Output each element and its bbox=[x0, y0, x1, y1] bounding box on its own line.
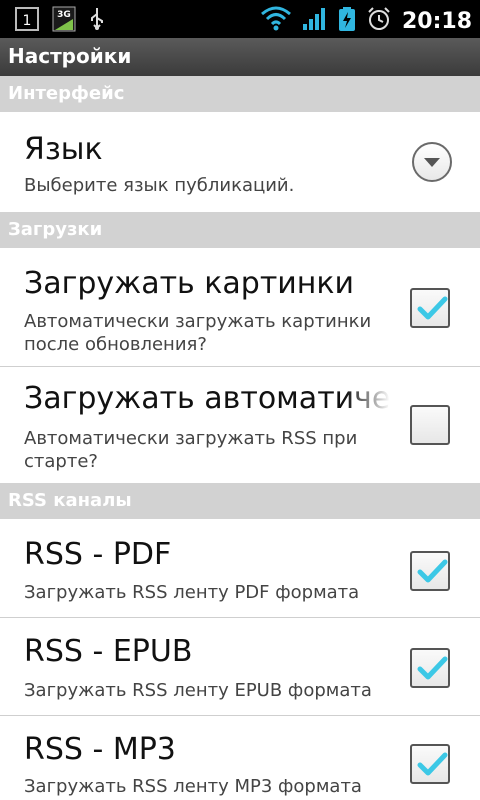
battery-charging-icon bbox=[338, 6, 356, 36]
pref-title: Загружать картинки bbox=[24, 266, 355, 301]
pref-title: RSS - EPUB bbox=[24, 634, 193, 669]
pref-subtitle: Выберите язык публикаций. bbox=[24, 175, 295, 196]
rss-pdf-checkbox[interactable] bbox=[410, 551, 450, 591]
notification-icon: 1 bbox=[14, 6, 40, 36]
pref-subtitle: Загружать RSS ленту MP3 формата bbox=[24, 776, 362, 797]
usb-icon bbox=[88, 6, 106, 36]
check-icon bbox=[417, 296, 448, 320]
pref-language[interactable]: Язык Выберите язык публикаций. bbox=[0, 112, 480, 212]
rss-epub-checkbox[interactable] bbox=[410, 648, 450, 688]
pref-rss-epub[interactable]: RSS - EPUB Загружать RSS ленту EPUB форм… bbox=[0, 618, 480, 715]
auto-load-checkbox[interactable] bbox=[410, 405, 450, 445]
wifi-icon bbox=[260, 6, 292, 36]
pref-subtitle: Загружать RSS ленту EPUB формата bbox=[24, 680, 372, 701]
pref-title: RSS - PDF bbox=[24, 537, 172, 572]
pref-rss-mp3[interactable]: RSS - MP3 Загружать RSS ленту MP3 формат… bbox=[0, 716, 480, 800]
pref-rss-pdf[interactable]: RSS - PDF Загружать RSS ленту PDF формат… bbox=[0, 519, 480, 617]
rss-mp3-checkbox[interactable] bbox=[410, 744, 450, 784]
pref-title: Загружать автоматически bbox=[24, 381, 390, 416]
pref-auto-load[interactable]: Загружать автоматически Автоматически за… bbox=[0, 367, 480, 483]
section-header-downloads: Загрузки bbox=[0, 212, 480, 248]
check-icon bbox=[417, 752, 448, 776]
status-time: 20:18 bbox=[401, 8, 472, 34]
section-label: Загрузки bbox=[8, 219, 103, 240]
3g-icon: 3G bbox=[52, 6, 76, 36]
pref-title: RSS - MP3 bbox=[24, 732, 176, 767]
load-images-checkbox[interactable] bbox=[410, 288, 450, 328]
dropdown-button[interactable] bbox=[412, 142, 452, 182]
pref-load-images[interactable]: Загружать картинки Автоматически загружа… bbox=[0, 248, 480, 366]
section-header-interface: Интерфейс bbox=[0, 76, 480, 112]
pref-subtitle: Автоматически загружать картинки после о… bbox=[24, 311, 372, 355]
section-label: Интерфейс bbox=[8, 83, 125, 104]
chevron-down-icon bbox=[424, 158, 440, 167]
svg-text:1: 1 bbox=[23, 13, 32, 29]
check-icon bbox=[417, 559, 448, 583]
signal-icon bbox=[302, 6, 328, 36]
status-bar: 1 3G 20:18 bbox=[0, 0, 480, 38]
3g-label: 3G bbox=[57, 10, 71, 20]
pref-subtitle: Автоматически загружать RSS при старте? bbox=[24, 428, 358, 472]
pref-subtitle: Загружать RSS ленту PDF формата bbox=[24, 582, 360, 603]
section-label: RSS каналы bbox=[8, 490, 132, 511]
page-title: Настройки bbox=[8, 44, 132, 68]
pref-title: Язык bbox=[24, 132, 103, 167]
alarm-icon bbox=[366, 6, 392, 36]
title-bar: Настройки bbox=[0, 38, 480, 76]
section-header-rss: RSS каналы bbox=[0, 483, 480, 519]
check-icon bbox=[417, 656, 448, 680]
